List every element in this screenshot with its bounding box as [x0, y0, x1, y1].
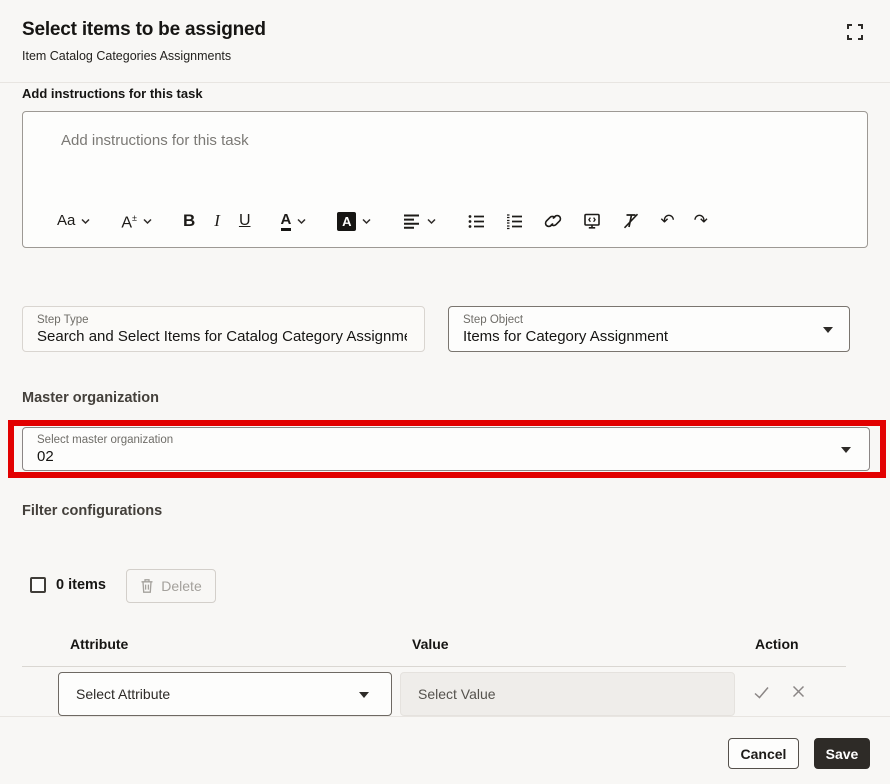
text-color-icon: A	[281, 212, 292, 231]
align-left-icon	[402, 212, 421, 231]
chevron-down-icon	[426, 216, 437, 227]
delete-button-label: Delete	[161, 578, 201, 594]
step-type-label: Step Type	[37, 313, 410, 327]
media-button[interactable]	[576, 207, 608, 235]
text-style-button[interactable]: Aa	[51, 207, 97, 235]
redo-button[interactable]: ↷	[688, 207, 714, 235]
table-row-divider	[22, 666, 846, 667]
select-all-checkbox[interactable]	[30, 577, 46, 593]
instructions-editor[interactable]: Add instructions for this task Aa A± B I…	[22, 111, 868, 248]
expand-button[interactable]	[842, 19, 868, 45]
step-object-dropdown[interactable]: Step Object Items for Category Assignmen…	[448, 306, 850, 352]
clear-format-icon	[621, 211, 641, 231]
numbered-list-icon	[505, 212, 524, 231]
editor-placeholder: Add instructions for this task	[61, 132, 249, 149]
page-subtitle: Item Catalog Categories Assignments	[22, 49, 231, 63]
bold-button[interactable]: B	[177, 207, 201, 235]
footer-divider	[0, 716, 890, 717]
master-organization-heading: Master organization	[22, 390, 159, 406]
underline-icon: U	[239, 211, 251, 231]
instructions-label: Add instructions for this task	[22, 86, 203, 101]
undo-button[interactable]: ↶	[654, 207, 680, 235]
dropdown-arrow-icon	[823, 327, 833, 333]
column-header-value: Value	[412, 636, 449, 652]
header-divider	[0, 82, 890, 83]
chevron-down-icon	[361, 216, 372, 227]
italic-icon: I	[214, 211, 220, 231]
trash-icon	[140, 578, 154, 594]
numbered-list-button[interactable]	[499, 207, 530, 235]
chevron-down-icon	[296, 216, 307, 227]
cancel-button[interactable]: Cancel	[728, 738, 799, 769]
value-select-placeholder: Select Value	[418, 686, 496, 702]
clear-format-button[interactable]	[615, 207, 647, 235]
font-size-button[interactable]: A±	[115, 207, 159, 235]
save-button[interactable]: Save	[814, 738, 870, 769]
align-button[interactable]	[396, 207, 443, 235]
confirm-row-button[interactable]	[752, 683, 771, 702]
value-select-field: Select Value	[400, 672, 735, 716]
attribute-select-placeholder: Select Attribute	[76, 686, 170, 702]
link-button[interactable]	[537, 207, 569, 235]
highlight-color-button[interactable]: A	[331, 207, 378, 235]
text-color-button[interactable]: A	[275, 207, 314, 235]
redo-icon: ↷	[694, 211, 708, 231]
text-style-icon: Aa	[57, 211, 75, 231]
dropdown-arrow-icon	[841, 447, 851, 453]
master-organization-label: Select master organization	[37, 433, 855, 447]
bold-icon: B	[183, 211, 195, 231]
assign-items-dialog: Select items to be assigned Item Catalog…	[0, 0, 890, 784]
highlight-color-icon: A	[337, 212, 356, 231]
delete-button[interactable]: Delete	[126, 569, 216, 603]
column-header-attribute: Attribute	[70, 636, 128, 652]
page-title: Select items to be assigned	[22, 19, 266, 41]
bullet-list-button[interactable]	[461, 207, 492, 235]
underline-button[interactable]: U	[233, 207, 257, 235]
italic-button[interactable]: I	[208, 207, 226, 235]
selection-count: 0 items	[56, 577, 106, 593]
attribute-select-dropdown[interactable]: Select Attribute	[58, 672, 392, 716]
bullet-list-icon	[467, 212, 486, 231]
close-icon	[790, 683, 807, 700]
chevron-down-icon	[142, 216, 153, 227]
chevron-down-icon	[80, 216, 91, 227]
master-organization-value: 02	[37, 447, 855, 466]
filter-configurations-heading: Filter configurations	[22, 503, 162, 519]
master-organization-dropdown[interactable]: Select master organization 02	[22, 427, 870, 471]
step-type-field: Step Type Search and Select Items for Ca…	[22, 306, 425, 352]
undo-icon: ↶	[660, 211, 674, 231]
link-icon	[543, 211, 563, 231]
column-header-action: Action	[755, 636, 799, 652]
check-icon	[752, 683, 771, 702]
font-size-icon: A±	[121, 208, 137, 233]
dropdown-arrow-icon	[359, 692, 369, 698]
step-type-value: Search and Select Items for Catalog Cate…	[37, 327, 407, 346]
expand-icon	[845, 22, 865, 42]
step-object-label: Step Object	[463, 313, 835, 327]
monitor-code-icon	[582, 211, 602, 231]
remove-row-button[interactable]	[790, 683, 807, 700]
step-object-value: Items for Category Assignment	[463, 327, 835, 346]
editor-toolbar: Aa A± B I U A A	[51, 206, 714, 236]
